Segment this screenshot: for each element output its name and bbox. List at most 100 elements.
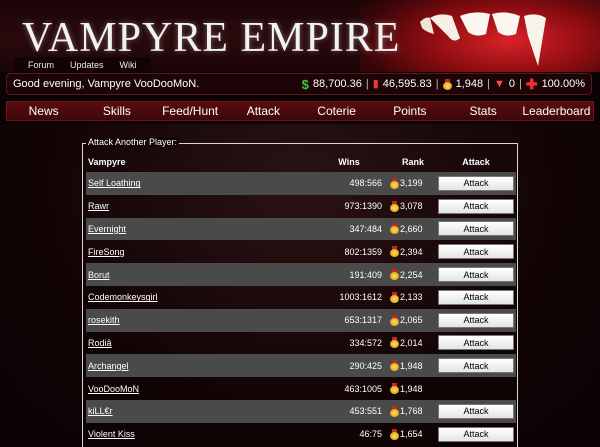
medal-icon (390, 360, 399, 372)
nav-points[interactable]: Points (373, 102, 446, 120)
bank-value: 46,595.83 (382, 78, 432, 90)
player-name-link[interactable]: VooDooMoN (88, 384, 139, 394)
player-name-link[interactable]: Codemonkeysgirl (88, 292, 158, 302)
nav-attack[interactable]: Attack (227, 102, 300, 120)
player-rank: 1,948 (386, 360, 436, 372)
table-header: Vampyre Wins Rank Attack (86, 152, 516, 172)
nav-skills[interactable]: Skills (80, 102, 153, 120)
hearts-value: 0 (508, 78, 515, 90)
player-wins: 334:572 (349, 337, 382, 348)
medal-icon (390, 337, 399, 349)
rank-value: 2,254 (400, 269, 423, 280)
rank-value: 3,078 (400, 201, 423, 212)
table-row: kiLL€r 453:551 1,768 Attack (86, 399, 516, 423)
nav-news[interactable]: News (7, 102, 80, 120)
attack-button[interactable]: Attack (438, 358, 514, 374)
rank-value: 2,394 (400, 246, 423, 257)
rank-value: 1,948 (455, 78, 484, 90)
nav-leaderboard[interactable]: Leaderboard (520, 102, 593, 120)
header: VAMPYRE EMPIRE Forum Updates Wiki (0, 0, 600, 72)
player-name-link[interactable]: Rawr (88, 201, 109, 211)
site-logo[interactable]: VAMPYRE EMPIRE (22, 14, 400, 62)
player-name-link[interactable]: Archangel (88, 361, 129, 371)
topnav-forum[interactable]: Forum (20, 57, 62, 72)
nav-coterie[interactable]: Coterie (300, 102, 373, 120)
player-rank: 2,014 (386, 337, 436, 349)
player-rank: 2,254 (386, 269, 436, 281)
player-name-link[interactable]: kiLL€r (88, 406, 113, 416)
medal-icon (390, 269, 399, 281)
table-row: Codemonkeysgirl 1003:1612 2,133 Attack (86, 286, 516, 309)
top-nav: Forum Updates Wiki (14, 57, 151, 72)
attack-button[interactable]: Attack (438, 221, 514, 237)
player-wins: 802:1359 (344, 246, 382, 257)
player-wins: 46:75 (359, 429, 382, 440)
player-rank: 1,768 (386, 405, 436, 417)
attack-button[interactable]: Attack (438, 312, 514, 328)
rank-value: 2,660 (400, 223, 423, 234)
player-rank: 2,133 (386, 291, 436, 303)
rank-value: 2,014 (400, 337, 423, 348)
col-wins: Wins (338, 157, 360, 167)
nav-stats[interactable]: Stats (447, 102, 520, 120)
col-rank: Rank (401, 157, 424, 167)
medal-icon (442, 78, 452, 90)
col-attack: Attack (462, 157, 490, 167)
medal-icon (390, 428, 399, 440)
rank-value: 1,654 (400, 429, 423, 440)
player-stats: $ 88,700.36 | ▮ 46,595.83 | 1,948 | ▼ 0 … (301, 75, 585, 92)
table-row: Archangel 290:425 1,948 Attack (86, 354, 516, 378)
player-rank: 2,065 (386, 314, 436, 326)
rank-value: 2,065 (400, 315, 423, 326)
medal-icon (390, 383, 399, 395)
player-name-link[interactable]: Evernight (88, 224, 126, 234)
topnav-updates[interactable]: Updates (62, 57, 112, 72)
attack-button[interactable]: Attack (438, 175, 514, 191)
table-row: Rawr 973:1390 3,078 Attack (86, 195, 516, 218)
attack-button[interactable]: Attack (438, 403, 514, 419)
player-rank: 3,078 (386, 200, 436, 212)
medal-icon (390, 246, 399, 258)
medal-icon (390, 291, 399, 303)
player-name-link[interactable]: Violent Kiss (88, 429, 135, 439)
player-name-link[interactable]: Borut (88, 270, 110, 280)
player-wins: 1003:1612 (339, 292, 382, 303)
player-name-link[interactable]: Self Loathing (88, 178, 141, 188)
attack-button[interactable]: Attack (438, 198, 514, 214)
medal-icon (390, 177, 399, 189)
player-name-link[interactable]: FireSong (88, 247, 125, 257)
table-row: Borut 191:409 2,254 Attack (86, 263, 516, 286)
table-row: Rodiâ 334:572 2,014 Attack (86, 332, 516, 355)
rank-value: 2,133 (400, 292, 423, 303)
attack-button[interactable]: Attack (438, 335, 514, 351)
topnav-wiki[interactable]: Wiki (112, 57, 145, 72)
table-row: VooDooMoN 463:1005 1,948 (86, 377, 516, 400)
bank-icon: ▮ (372, 77, 379, 90)
health-cross-icon: ✚ (525, 75, 538, 92)
rank-value: 1,948 (400, 383, 423, 394)
medal-icon (390, 223, 399, 235)
player-wins: 463:1005 (344, 383, 382, 394)
player-wins: 498:566 (349, 178, 382, 189)
player-wins: 453:551 (349, 406, 382, 417)
nav-feed-hunt[interactable]: Feed/Hunt (154, 102, 227, 120)
player-name-link[interactable]: Rodiâ (88, 338, 112, 348)
rank-value: 1,948 (400, 360, 423, 371)
col-vampyre: Vampyre (88, 157, 126, 167)
player-wins: 653:1317 (344, 315, 382, 326)
attack-table: Vampyre Wins Rank Attack Self Loathing 49… (86, 152, 516, 446)
gem-icon: ▼ (493, 77, 505, 90)
player-rank: 2,394 (386, 246, 436, 258)
player-wins: 347:484 (349, 223, 382, 234)
player-name-link[interactable]: rosekith (88, 315, 120, 325)
medal-icon (390, 314, 399, 326)
player-wins: 191:409 (349, 269, 382, 280)
table-row: FireSong 802:1359 2,394 Attack (86, 240, 516, 263)
table-row: Self Loathing 498:566 3,199 Attack (86, 172, 516, 195)
table-row: Violent Kiss 46:75 1,654 Attack (86, 423, 516, 446)
player-rank: 1,654 (386, 428, 436, 440)
attack-button[interactable]: Attack (438, 267, 514, 283)
attack-button[interactable]: Attack (438, 426, 514, 442)
attack-button[interactable]: Attack (438, 244, 514, 260)
attack-button[interactable]: Attack (438, 289, 514, 305)
